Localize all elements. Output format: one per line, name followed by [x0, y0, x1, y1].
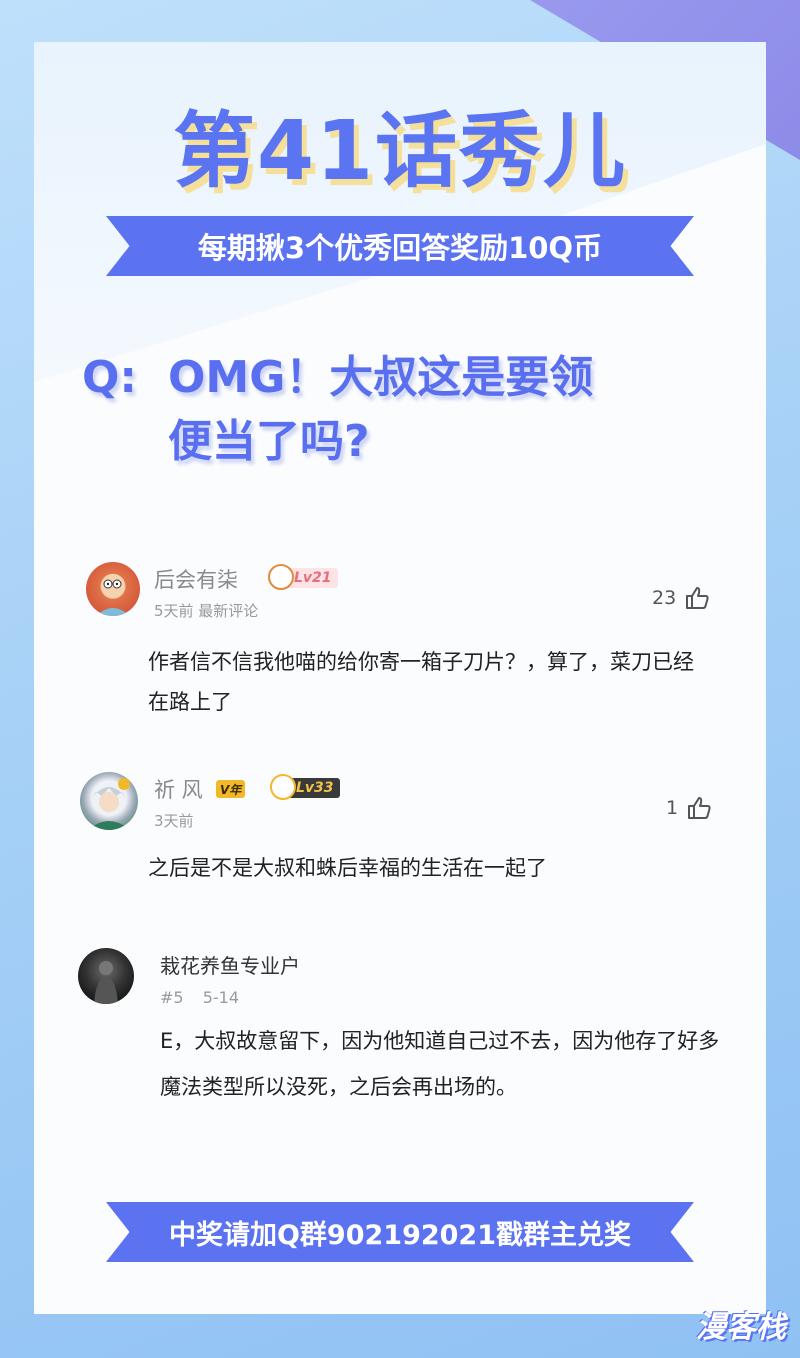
- avatar-figure-icon: [94, 961, 118, 1004]
- question-line-2: 便当了吗?: [168, 416, 370, 467]
- comment-username[interactable]: 后会有柒: [154, 564, 238, 594]
- comment-meta: 5天前 最新评论: [154, 602, 259, 620]
- level-label: Lv33: [296, 780, 334, 796]
- page-title: 第41话秀儿: [172, 104, 628, 199]
- comment-meta: #5 5-14: [160, 988, 239, 1007]
- question-prefix: Q:: [82, 352, 137, 403]
- watermark-logo: 漫客栈: [696, 1310, 786, 1345]
- like-count: 23: [652, 587, 677, 609]
- comment-username[interactable]: 祈 风: [154, 774, 203, 804]
- thumbs-up-icon: [686, 587, 709, 609]
- comment-index: #5: [160, 988, 184, 1007]
- avatar[interactable]: [78, 948, 134, 1004]
- comment-username[interactable]: 栽花养鱼专业户: [160, 950, 300, 979]
- thumbs-up-icon: [688, 797, 711, 819]
- like-button[interactable]: 1: [666, 796, 712, 820]
- content-card: 第41话秀儿 每期揪3个优秀回答奖励10Q币 Q: OMG！大叔这是要领 便当了吗…: [34, 42, 766, 1314]
- level-badge: Lv21: [268, 564, 338, 590]
- level-badge: Lv33: [270, 774, 340, 800]
- vip-badge: V年: [216, 780, 246, 798]
- avatar-character-icon: [88, 778, 130, 830]
- like-count: 1: [666, 797, 679, 819]
- level-badge-icon: [268, 564, 294, 590]
- avatar[interactable]: [86, 562, 140, 616]
- comment-text: 之后是不是大叔和蛛后幸福的生活在一起了: [148, 856, 547, 880]
- comment-date: 5-14: [202, 988, 239, 1007]
- reward-banner: 每期揪3个优秀回答奖励10Q币: [106, 216, 694, 276]
- comment-meta: 3天前: [154, 812, 194, 830]
- like-button[interactable]: 23: [652, 586, 710, 610]
- comment-text: E，大叔故意留下，因为他知道自己过不去，因为他存了好多魔法类型所以没死，之后会再…: [160, 1029, 720, 1099]
- question-text: Q: OMG！大叔这是要领 便当了吗?: [82, 346, 722, 474]
- prize-contact-banner: 中奖请加Q群902192021戳群主兑奖: [106, 1202, 694, 1262]
- avatar-face-icon: [96, 574, 130, 616]
- comment-text: 作者信不信我他喵的给你寄一箱子刀片？，算了，菜刀已经在路上了: [148, 650, 694, 714]
- level-badge-icon: [270, 774, 296, 800]
- level-label: Lv21: [294, 570, 332, 586]
- avatar[interactable]: [80, 772, 138, 830]
- question-line-1: OMG！大叔这是要领: [168, 352, 594, 403]
